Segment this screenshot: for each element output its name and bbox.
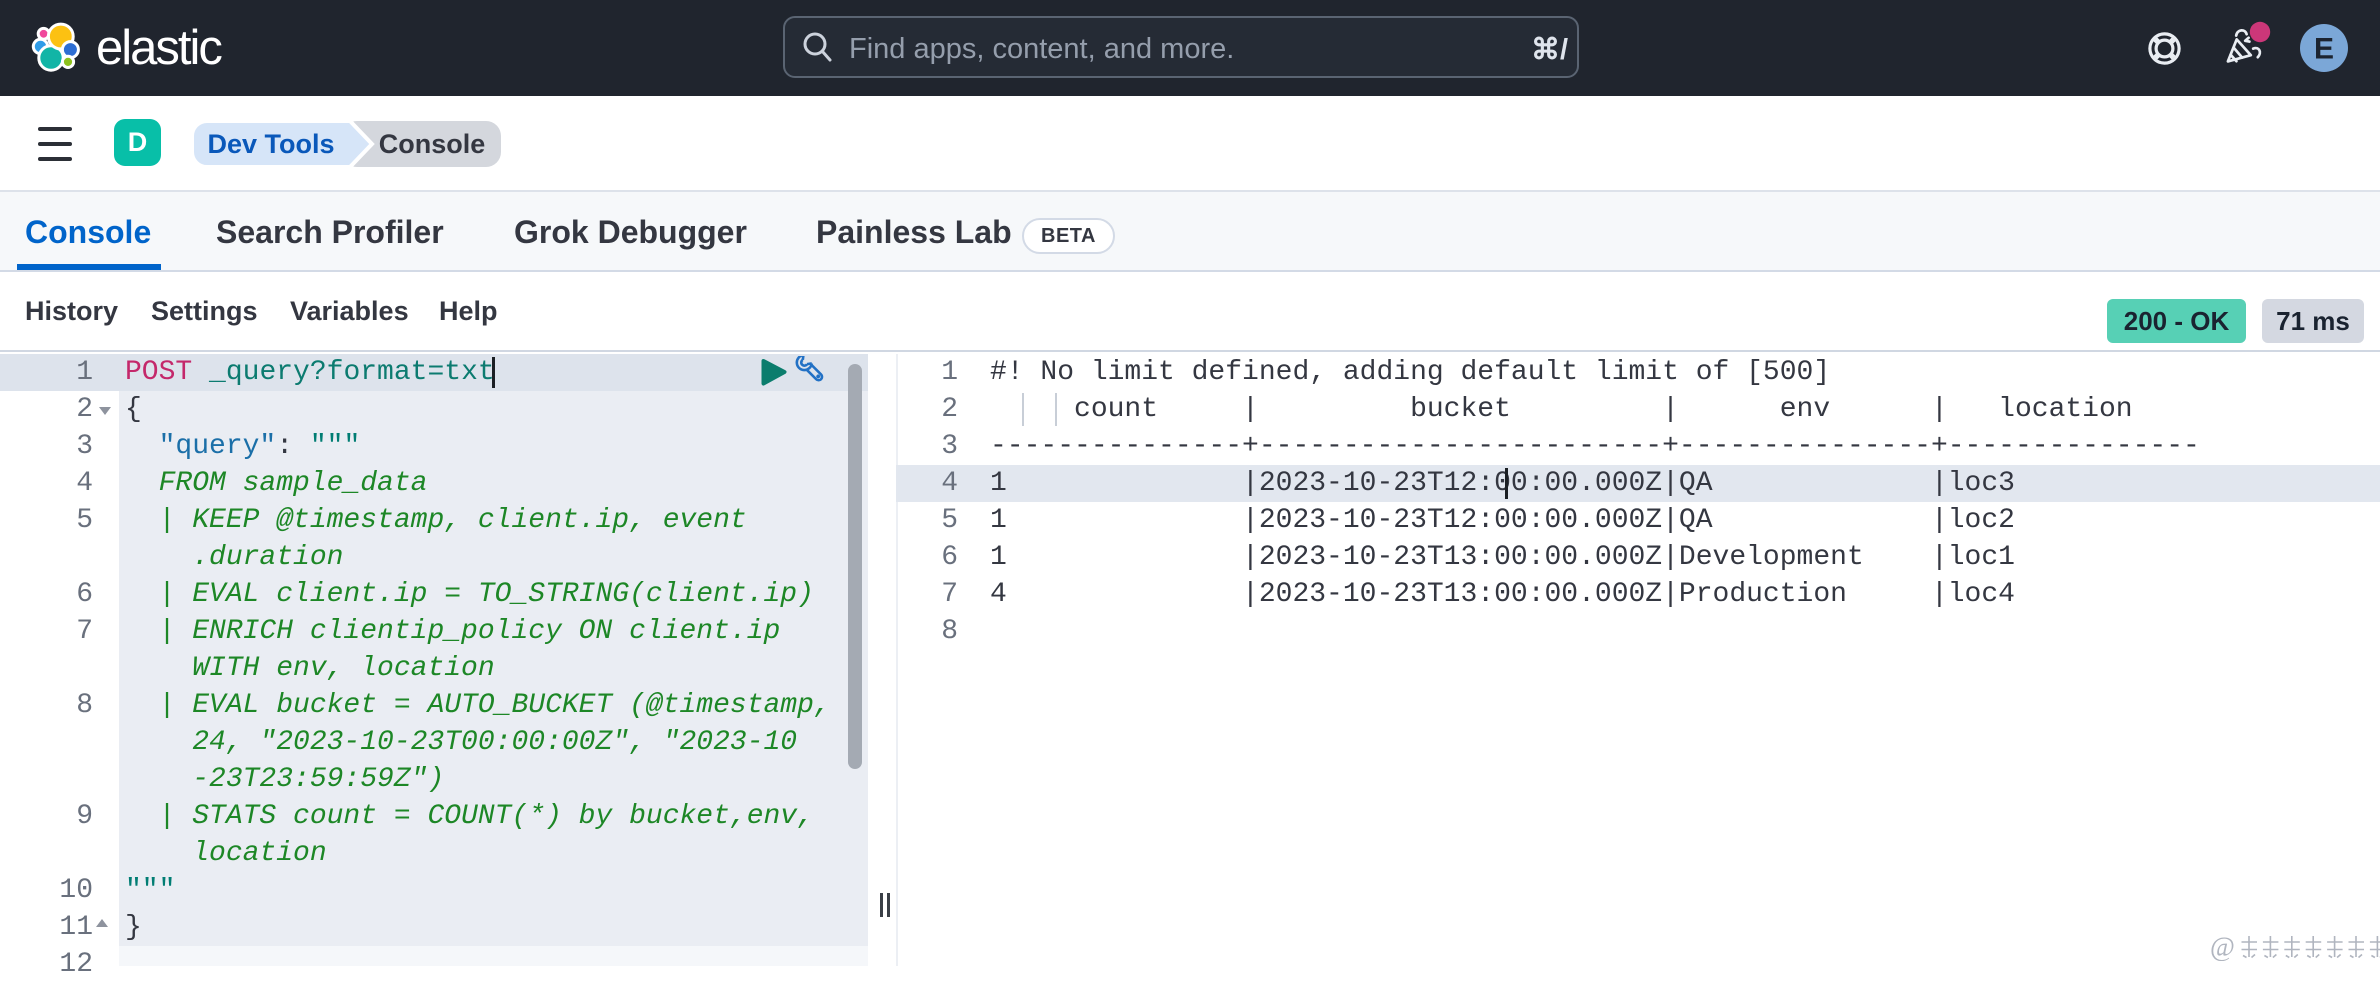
svg-text:E: E [2314,33,2334,66]
svg-text:@: @ [2210,933,2235,961]
svg-text:Console: Console [379,129,486,159]
svg-text:Dev Tools: Dev Tools [207,129,334,159]
